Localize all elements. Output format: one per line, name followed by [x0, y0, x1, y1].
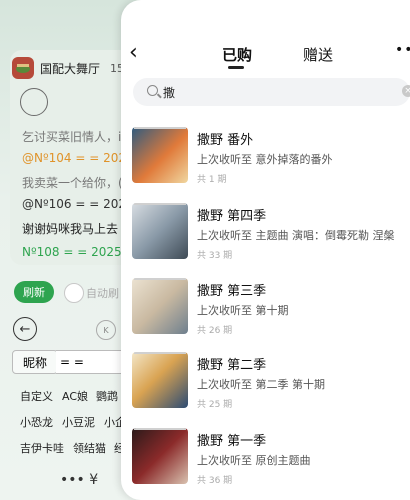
tab-gifted[interactable]: 赠送 [303, 44, 333, 65]
sticker-tag[interactable]: 领结猫 [73, 440, 106, 456]
item-title: 撒野 番外 [197, 133, 254, 148]
item-subtitle: 上次收听至 第二季 第十期 [197, 378, 325, 391]
more-icon[interactable]: •• [395, 42, 410, 58]
album-cover [132, 428, 188, 484]
mascot-icon [20, 88, 48, 116]
item-count: 共 1 期 [197, 175, 227, 185]
album-cover [132, 278, 188, 334]
clear-icon[interactable]: × [402, 85, 410, 97]
list-item[interactable]: 撒野 番外 上次收听至 意外掉落的番外 共 1 期 [121, 127, 410, 199]
sticker-tag[interactable]: AC娘 [62, 388, 88, 404]
refresh-button[interactable]: 刷新 [14, 281, 54, 303]
item-title: 撒野 第四季 [197, 209, 267, 224]
item-title: 撒野 第二季 [197, 358, 267, 373]
auto-refresh-label: 自动刷 [86, 287, 119, 300]
item-subtitle: 上次收听至 主题曲 演唱：倒霉死勒 涅槃 [197, 229, 395, 242]
auto-refresh-toggle[interactable] [64, 283, 84, 303]
purchased-panel: ‹ 已购 赠送 •• 撒 × 撒野 番外 上次收听至 意外掉落的番外 共 1 期… [121, 0, 410, 500]
item-subtitle: 上次收听至 原创主题曲 [197, 454, 311, 467]
chevron-left-icon: ‹ [129, 40, 138, 65]
sticker-tag[interactable]: 鹦鹉 [96, 388, 118, 404]
sticker-tag[interactable]: 吉伊卡哇 [20, 440, 64, 456]
chat-message: 谢谢妈咪我马上去 [22, 222, 119, 236]
item-subtitle: 上次收听至 意外掉落的番外 [197, 153, 333, 166]
item-count: 共 25 期 [197, 400, 233, 410]
back-circle-button[interactable]: ← [13, 317, 37, 341]
search-icon [147, 85, 158, 96]
sticker-tag[interactable]: 小豆泥 [62, 414, 95, 430]
item-subtitle: 上次收听至 第十期 [197, 304, 289, 317]
album-cover [132, 203, 188, 259]
list-item[interactable]: 撒野 第三季 上次收听至 第十期 共 26 期 [121, 278, 410, 350]
small-circle-button[interactable]: K [96, 320, 116, 340]
nickname-label: 昵称 [12, 350, 58, 374]
back-button[interactable]: ‹ [129, 40, 138, 65]
search-bar[interactable]: 撒 × [133, 78, 410, 106]
tab-underline [228, 66, 244, 69]
chat-message: 乞讨买菜旧情人，i [22, 130, 122, 144]
list-item[interactable]: 撒野 第一季 上次收听至 原创主题曲 共 36 期 [121, 428, 410, 500]
bottom-toolbar[interactable]: ••• ¥ [60, 472, 98, 488]
album-cover [132, 352, 188, 408]
arrow-left-icon: ← [19, 321, 31, 337]
tab-purchased[interactable]: 已购 [222, 44, 252, 65]
room-avatar-icon [12, 57, 34, 79]
sticker-tag[interactable]: 小恐龙 [20, 414, 53, 430]
item-count: 共 33 期 [197, 251, 233, 261]
search-input[interactable]: 撒 [163, 84, 175, 101]
chat-message: 我卖菜一个给你，( [22, 176, 123, 190]
list-item[interactable]: 撒野 第二季 上次收听至 第二季 第十期 共 25 期 [121, 352, 410, 424]
chat-message: @Nº104 = = 2025 [22, 151, 134, 165]
item-title: 撒野 第一季 [197, 434, 267, 449]
room-name: 国配大舞厅 [40, 61, 101, 76]
item-count: 共 36 期 [197, 476, 233, 486]
album-cover [132, 127, 188, 183]
item-title: 撒野 第三季 [197, 284, 267, 299]
item-count: 共 26 期 [197, 326, 233, 336]
room-header: 国配大舞厅 15 [12, 56, 124, 80]
chat-message: @Nº106 = = 2025 [22, 197, 134, 211]
list-item[interactable]: 撒野 第四季 上次收听至 主题曲 演唱：倒霉死勒 涅槃 共 33 期 [121, 203, 410, 275]
sticker-tag[interactable]: 自定义 [20, 388, 53, 404]
